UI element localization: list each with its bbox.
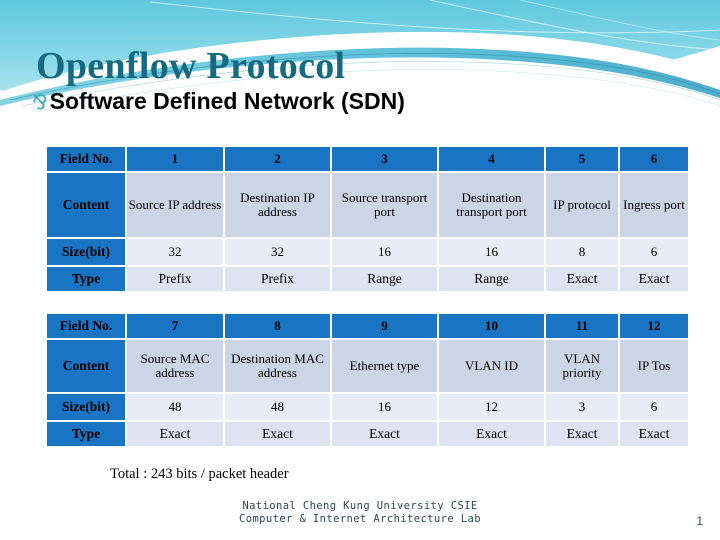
- size-cell: 48: [225, 394, 330, 420]
- field-no-cell: 7: [127, 314, 223, 338]
- table-row-type: Type Exact Exact Exact Exact Exact Exact: [47, 422, 688, 446]
- size-cell: 16: [332, 394, 437, 420]
- content-cell: IP Tos: [620, 340, 688, 392]
- field-no-cell: 5: [546, 147, 618, 171]
- page-subtitle: Software Defined Network (SDN): [49, 88, 405, 114]
- size-cell: 12: [439, 394, 544, 420]
- type-cell: Range: [332, 267, 437, 291]
- table-row-size: Size(bit) 32 32 16 16 8 6: [47, 239, 688, 265]
- content-cell: Source transport port: [332, 173, 437, 237]
- total-bits-label: Total : 243 bits / packet header: [110, 466, 289, 482]
- page-title: Openflow Protocol: [36, 45, 346, 87]
- slide-footer: National Cheng Kung University CSIE Comp…: [0, 500, 720, 526]
- content-cell: IP protocol: [546, 173, 618, 237]
- table-row-type: Type Prefix Prefix Range Range Exact Exa…: [47, 267, 688, 291]
- footer-line-1: National Cheng Kung University CSIE: [242, 500, 478, 512]
- content-cell: Ingress port: [620, 173, 688, 237]
- type-cell: Exact: [127, 422, 223, 446]
- row-label-field-no: Field No.: [47, 147, 125, 171]
- table-row-field-no: Field No. 7 8 9 10 11 12: [47, 314, 688, 338]
- type-cell: Exact: [620, 267, 688, 291]
- row-label-content: Content: [47, 340, 125, 392]
- footer-line-2: Computer & Internet Architecture Lab: [239, 513, 481, 525]
- row-label-field-no: Field No.: [47, 314, 125, 338]
- type-cell: Exact: [620, 422, 688, 446]
- subtitle-row: ⅋ Software Defined Network (SDN): [32, 88, 405, 114]
- table-row-field-no: Field No. 1 2 3 4 5 6: [47, 147, 688, 171]
- type-cell: Exact: [225, 422, 330, 446]
- content-cell: Destination IP address: [225, 173, 330, 237]
- table-row-content: Content Source MAC address Destination M…: [47, 340, 688, 392]
- content-cell: Source IP address: [127, 173, 223, 237]
- page-number: 1: [696, 514, 703, 528]
- size-cell: 3: [546, 394, 618, 420]
- slide: Openflow Protocol ⅋ Software Defined Net…: [0, 0, 720, 540]
- row-label-size: Size(bit): [47, 239, 125, 265]
- size-cell: 16: [439, 239, 544, 265]
- type-cell: Range: [439, 267, 544, 291]
- type-cell: Exact: [332, 422, 437, 446]
- size-cell: 6: [620, 239, 688, 265]
- row-label-content: Content: [47, 173, 125, 237]
- field-no-cell: 2: [225, 147, 330, 171]
- field-no-cell: 3: [332, 147, 437, 171]
- openflow-match-fields-table-1: Field No. 1 2 3 4 5 6 Content Source IP …: [45, 145, 690, 293]
- field-no-cell: 11: [546, 314, 618, 338]
- field-no-cell: 10: [439, 314, 544, 338]
- content-cell: VLAN ID: [439, 340, 544, 392]
- table-row-size: Size(bit) 48 48 16 12 3 6: [47, 394, 688, 420]
- field-no-cell: 9: [332, 314, 437, 338]
- field-no-cell: 4: [439, 147, 544, 171]
- title-block: Openflow Protocol ⅋ Software Defined Net…: [0, 44, 720, 128]
- size-cell: 32: [225, 239, 330, 265]
- content-cell: Source MAC address: [127, 340, 223, 392]
- openflow-match-fields-table-2: Field No. 7 8 9 10 11 12 Content Source …: [45, 312, 690, 448]
- content-cell: Destination MAC address: [225, 340, 330, 392]
- type-cell: Prefix: [225, 267, 330, 291]
- size-cell: 8: [546, 239, 618, 265]
- content-cell: Destination transport port: [439, 173, 544, 237]
- row-label-type: Type: [47, 267, 125, 291]
- field-no-cell: 6: [620, 147, 688, 171]
- field-no-cell: 8: [225, 314, 330, 338]
- field-no-cell: 1: [127, 147, 223, 171]
- content-cell: VLAN priority: [546, 340, 618, 392]
- type-cell: Exact: [546, 422, 618, 446]
- size-cell: 48: [127, 394, 223, 420]
- field-no-cell: 12: [620, 314, 688, 338]
- row-label-size: Size(bit): [47, 394, 125, 420]
- size-cell: 16: [332, 239, 437, 265]
- type-cell: Exact: [439, 422, 544, 446]
- content-cell: Ethernet type: [332, 340, 437, 392]
- size-cell: 6: [620, 394, 688, 420]
- type-cell: Exact: [546, 267, 618, 291]
- size-cell: 32: [127, 239, 223, 265]
- type-cell: Prefix: [127, 267, 223, 291]
- table-row-content: Content Source IP address Destination IP…: [47, 173, 688, 237]
- row-label-type: Type: [47, 422, 125, 446]
- reversed-ampersand-bullet-icon: ⅋: [32, 90, 48, 114]
